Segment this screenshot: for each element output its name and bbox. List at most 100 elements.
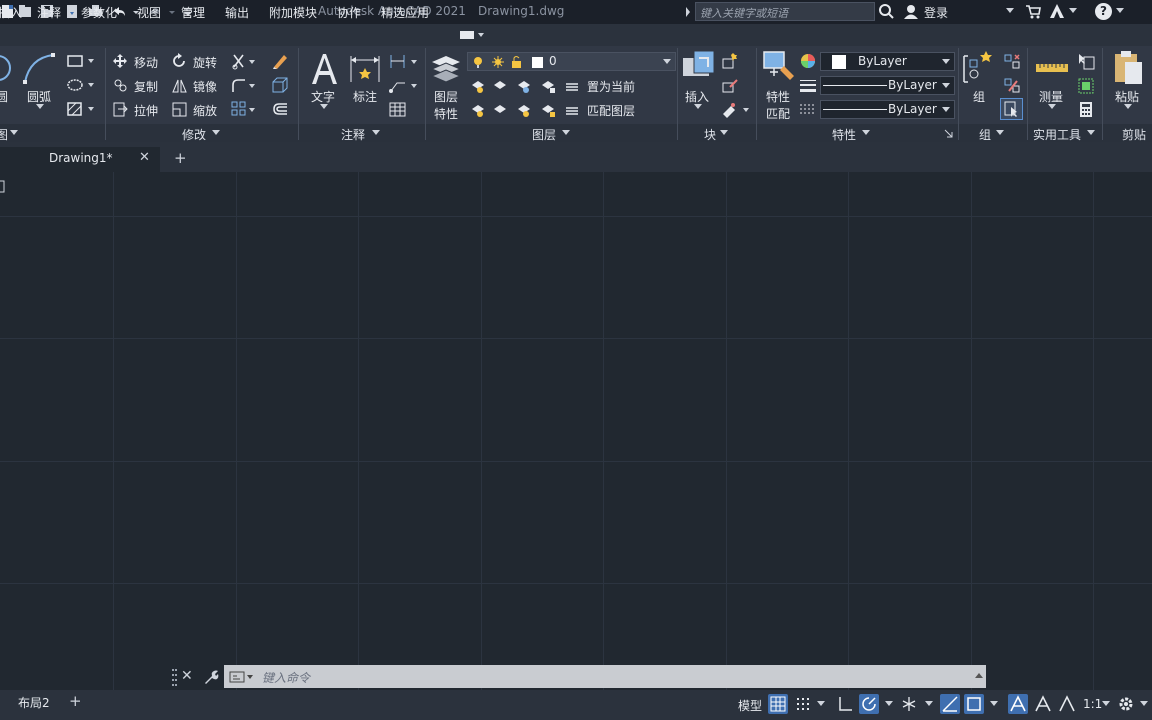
text-icon[interactable] bbox=[309, 52, 339, 86]
mirror-icon[interactable] bbox=[171, 77, 188, 94]
properties-panel-dropdown-icon[interactable] bbox=[862, 130, 870, 136]
move-icon[interactable] bbox=[112, 53, 129, 70]
object-snap-toggle[interactable] bbox=[964, 694, 984, 714]
hatch-icon[interactable] bbox=[66, 101, 96, 117]
properties-panel-title[interactable]: 特性 bbox=[832, 126, 856, 143]
viewport-controls-icon[interactable] bbox=[0, 180, 6, 194]
move-button[interactable]: 移动 bbox=[134, 54, 158, 71]
modify-panel-title[interactable]: 修改 bbox=[182, 126, 206, 143]
quick-select-icon[interactable] bbox=[1077, 53, 1095, 70]
rectangle-icon[interactable] bbox=[66, 54, 96, 68]
group-selection-toggle[interactable] bbox=[1000, 98, 1023, 120]
calculator-icon[interactable] bbox=[1077, 101, 1095, 118]
drawing-canvas[interactable] bbox=[0, 172, 1152, 690]
draw-panel-title[interactable]: 图 bbox=[0, 126, 8, 143]
paste-icon[interactable] bbox=[1112, 50, 1144, 86]
fillet-icon[interactable] bbox=[231, 77, 257, 94]
search-expand-icon[interactable] bbox=[684, 6, 692, 18]
text-dropdown-icon[interactable] bbox=[320, 104, 328, 110]
menu-output[interactable]: 输出 bbox=[225, 4, 249, 21]
ribbon-toggle-icon[interactable] bbox=[458, 30, 486, 40]
offset-icon[interactable] bbox=[271, 101, 289, 118]
search-input[interactable]: 键入关键字或短语 bbox=[695, 2, 875, 21]
scale-dropdown-icon[interactable] bbox=[1102, 701, 1110, 707]
paste-dropdown-icon[interactable] bbox=[1124, 104, 1132, 110]
layer-dropdown[interactable]: 0 bbox=[467, 52, 676, 71]
lineweight-dropdown[interactable]: ByLayer bbox=[820, 100, 955, 119]
annotation-visibility-toggle[interactable] bbox=[1008, 694, 1028, 714]
erase-icon[interactable] bbox=[271, 52, 289, 70]
circle-icon[interactable] bbox=[0, 52, 12, 84]
layer-properties-label-line1[interactable]: 图层 bbox=[434, 88, 458, 105]
select-all-icon[interactable] bbox=[1077, 77, 1095, 94]
ellipse-icon[interactable] bbox=[66, 78, 96, 92]
linear-dim-icon[interactable] bbox=[388, 53, 420, 70]
menu-annotate[interactable]: 注释 bbox=[37, 4, 61, 21]
paste-label[interactable]: 粘贴 bbox=[1115, 88, 1139, 105]
auto-scale-toggle[interactable] bbox=[1033, 694, 1053, 714]
insert-block-icon[interactable] bbox=[682, 50, 716, 86]
create-block-icon[interactable] bbox=[721, 53, 739, 70]
search-icon[interactable] bbox=[878, 3, 895, 20]
dimension-label[interactable]: 标注 bbox=[353, 88, 377, 105]
properties-dialog-launcher-icon[interactable] bbox=[944, 129, 953, 138]
rotate-icon[interactable] bbox=[171, 53, 188, 70]
measure-label[interactable]: 测量 bbox=[1039, 88, 1063, 105]
snap-dropdown-icon[interactable] bbox=[817, 701, 825, 707]
model-space-button[interactable]: 模型 bbox=[738, 697, 762, 714]
annotation-scale-value[interactable]: 1:1 bbox=[1083, 697, 1102, 711]
autodesk-app-icon[interactable] bbox=[1049, 3, 1066, 20]
polar-dropdown-icon[interactable] bbox=[885, 701, 893, 707]
edit-block-icon[interactable] bbox=[721, 77, 739, 94]
snap-toggle[interactable] bbox=[793, 694, 813, 714]
help-dropdown-icon[interactable] bbox=[1116, 8, 1124, 14]
table-icon[interactable] bbox=[388, 101, 408, 118]
trim-icon[interactable] bbox=[231, 53, 257, 70]
annotation-panel-title[interactable]: 注释 bbox=[341, 126, 365, 143]
measure-dropdown-icon[interactable] bbox=[1048, 104, 1056, 110]
scale-button[interactable]: 缩放 bbox=[193, 102, 217, 119]
stretch-icon[interactable] bbox=[112, 101, 129, 118]
3d-box-icon[interactable] bbox=[271, 77, 289, 94]
menu-parametric[interactable]: 参数化 bbox=[81, 4, 117, 21]
add-layout-icon[interactable]: + bbox=[69, 692, 82, 710]
rotate-button[interactable]: 旋转 bbox=[193, 54, 217, 71]
block-attributes-icon[interactable] bbox=[721, 101, 751, 118]
menu-manage[interactable]: 管理 bbox=[181, 4, 205, 21]
isodraft-dropdown-icon[interactable] bbox=[925, 701, 933, 707]
menu-collaborate[interactable]: 协作 bbox=[337, 4, 361, 21]
menu-addins[interactable]: 附加模块 bbox=[269, 4, 317, 21]
command-line-settings-icon[interactable] bbox=[203, 669, 219, 685]
annotation-scale-button[interactable] bbox=[1057, 694, 1077, 714]
block-panel-dropdown-icon[interactable] bbox=[720, 130, 728, 136]
cart-icon[interactable] bbox=[1025, 3, 1042, 20]
stretch-button[interactable]: 拉伸 bbox=[134, 102, 158, 119]
lineweight-icon[interactable] bbox=[799, 77, 817, 94]
copy-button[interactable]: 复制 bbox=[134, 78, 158, 95]
layer-tools-row2-icons[interactable] bbox=[470, 101, 580, 118]
command-line-close-icon[interactable]: ✕ bbox=[181, 668, 193, 684]
workspace-settings-button[interactable] bbox=[1116, 694, 1136, 714]
redo-dropdown-icon[interactable] bbox=[167, 3, 177, 20]
array-icon[interactable] bbox=[231, 101, 257, 118]
color-dropdown[interactable]: ByLayer bbox=[820, 52, 955, 71]
leader-icon[interactable] bbox=[388, 77, 420, 94]
layer-tools-row1-icons[interactable] bbox=[470, 77, 580, 94]
tab-drawing1-title[interactable]: Drawing1* bbox=[49, 151, 113, 165]
clipboard-panel-title[interactable]: 剪贴 bbox=[1122, 126, 1146, 143]
grid-toggle[interactable] bbox=[768, 694, 788, 714]
isodraft-toggle[interactable] bbox=[899, 694, 919, 714]
command-input[interactable] bbox=[224, 665, 986, 688]
groups-panel-title[interactable]: 组 bbox=[979, 126, 991, 143]
polar-toggle[interactable] bbox=[859, 694, 879, 714]
ortho-toggle[interactable] bbox=[835, 694, 855, 714]
match-layer-button[interactable]: 匹配图层 bbox=[587, 102, 635, 119]
group-icon[interactable] bbox=[962, 50, 996, 86]
utilities-panel-dropdown-icon[interactable] bbox=[1087, 130, 1095, 136]
layer-properties-icon[interactable] bbox=[430, 52, 462, 86]
workspace-dropdown-icon[interactable] bbox=[1140, 701, 1148, 707]
annotation-panel-dropdown-icon[interactable] bbox=[372, 130, 380, 136]
help-icon[interactable]: ? bbox=[1095, 3, 1112, 20]
layers-panel-title[interactable]: 图层 bbox=[532, 126, 556, 143]
dimension-icon[interactable] bbox=[348, 52, 382, 86]
